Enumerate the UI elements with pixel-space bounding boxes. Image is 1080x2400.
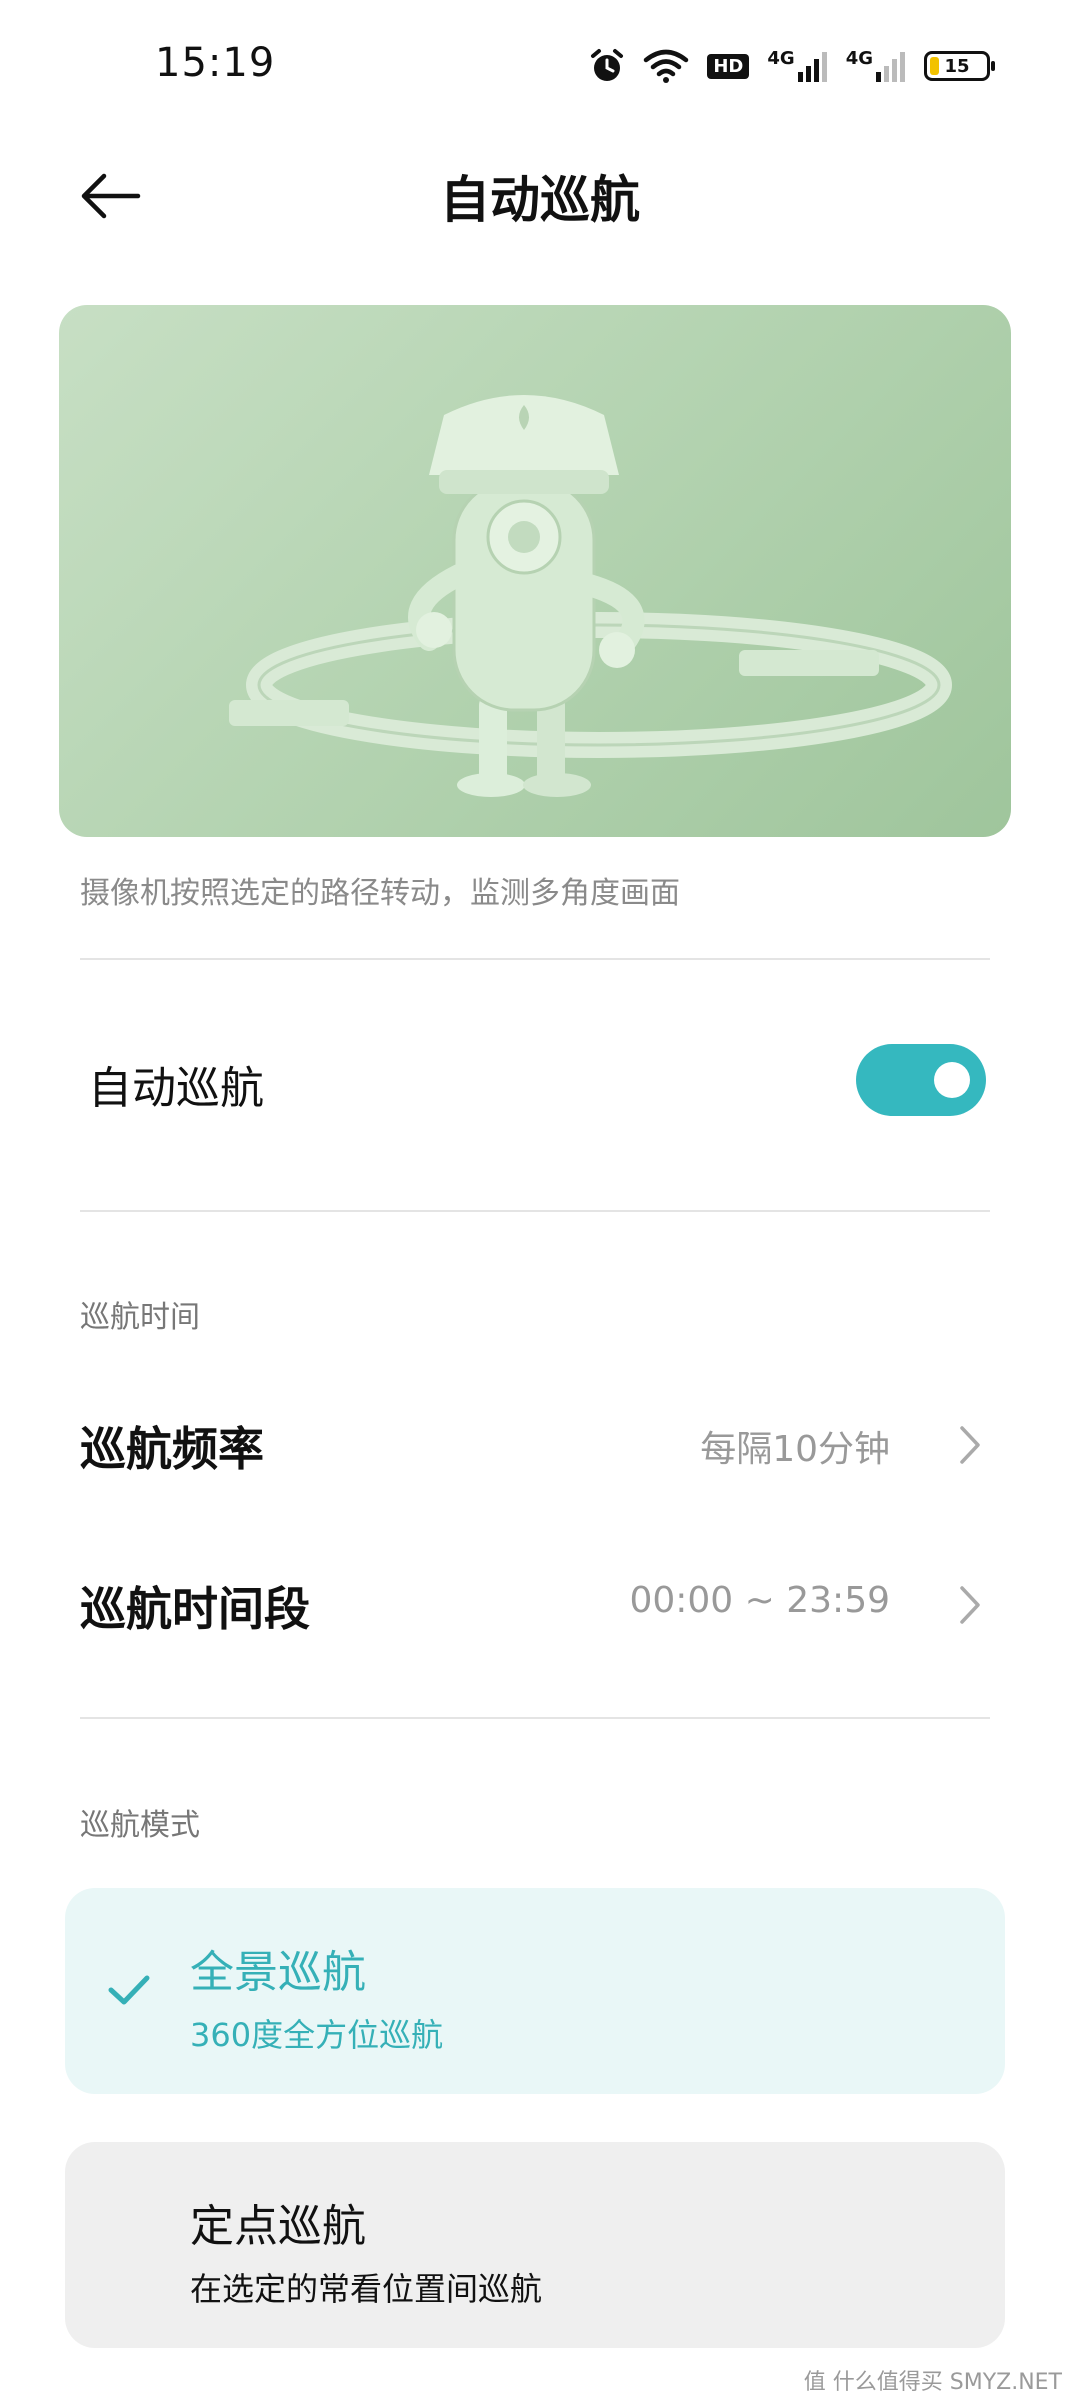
mode-title: 全景巡航 [190,1947,366,1998]
battery-icon: 15 [924,51,995,81]
hd-label: HD [713,55,744,77]
mode-description: 在选定的常看位置间巡航 [190,2270,543,2308]
battery-level: 15 [944,55,970,77]
list-item-cruise-frequency[interactable]: 巡航频率 每隔10分钟 [80,1378,990,1508]
hero-illustration [59,305,1011,837]
section-label-cruise-mode: 巡航模式 [80,1808,200,1843]
status-time: 15:19 [155,40,276,86]
divider [80,1210,990,1212]
status-bar: 15:19 HD 4G 4G 15 [0,0,1080,130]
item-title: 巡航频率 [80,1422,264,1476]
auto-cruise-toggle[interactable] [856,1044,986,1116]
chevron-right-icon [960,1426,980,1464]
auto-cruise-row: 自动巡航 [80,1000,990,1160]
toggle-knob [934,1062,970,1098]
network-label-2: 4G [845,48,873,69]
screen: 15:19 HD 4G 4G 15 自动巡航 摄像机按照选定的路径转动，监测多角… [0,0,1080,2400]
signal-4g-icon: 4G [767,50,827,82]
item-value: 每隔10分钟 [700,1429,890,1470]
status-icons: HD 4G 4G 15 [589,44,995,88]
network-label-1: 4G [767,48,795,69]
header: 自动巡航 [0,130,1080,260]
divider [80,1717,990,1719]
item-value: 00:00 ~ 23:59 [629,1580,890,1621]
mode-option-fixed-point[interactable]: 定点巡航 在选定的常看位置间巡航 [65,2142,1005,2348]
page-title: 自动巡航 [440,171,640,229]
mode-description: 360度全方位巡航 [190,2016,444,2054]
hero-caption: 摄像机按照选定的路径转动，监测多角度画面 [80,876,680,911]
divider [80,958,990,960]
camera-mascot-illustration [229,395,952,797]
wifi-icon [644,49,689,83]
alarm-icon [591,49,624,81]
hd-icon: HD [707,53,750,79]
list-item-cruise-period[interactable]: 巡航时间段 00:00 ~ 23:59 [80,1538,990,1668]
section-label-cruise-time: 巡航时间 [80,1300,200,1335]
auto-cruise-label: 自动巡航 [88,1063,264,1114]
watermark: 值 什么值得买 SMYZ.NET [803,2370,1062,2395]
signal-4g-icon: 4G [846,50,906,82]
mode-option-panorama[interactable]: 全景巡航 360度全方位巡航 [65,1888,1005,2094]
check-icon [108,1975,150,2005]
chevron-right-icon [960,1586,980,1624]
mode-title: 定点巡航 [190,2201,366,2252]
item-title: 巡航时间段 [80,1582,310,1636]
